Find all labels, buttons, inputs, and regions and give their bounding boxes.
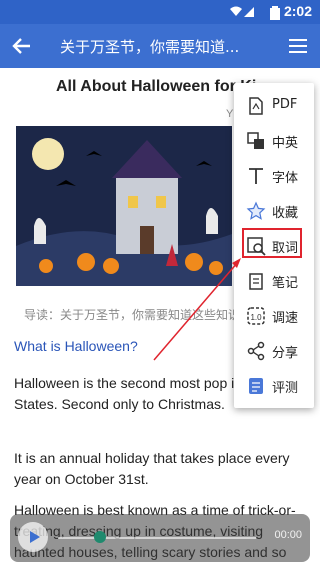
highlight-box <box>242 228 302 258</box>
progress-knob[interactable] <box>94 531 106 543</box>
page-title: 关于万圣节，你需要知道... <box>60 38 240 56</box>
audio-player: 00:00 <box>10 514 310 562</box>
menu-item-speed[interactable]: 1.0 调速 <box>234 299 314 333</box>
translate-icon <box>247 132 264 149</box>
menu-label: 分享 <box>272 346 299 361</box>
menu-label: 收藏 <box>272 206 299 221</box>
player-time: 00:00 <box>274 529 302 541</box>
play-button[interactable] <box>18 522 48 552</box>
signal-icon <box>230 6 254 17</box>
paragraph: It is an annual holiday that takes place… <box>14 450 290 487</box>
menu-item-share[interactable]: 分享 <box>234 334 314 368</box>
article-meta-fragment: Y <box>226 108 234 120</box>
menu-icon[interactable] <box>288 36 308 56</box>
menu-label: 评测 <box>272 381 299 396</box>
menu-label: 调速 <box>272 311 299 326</box>
speed-icon: 1.0 <box>247 307 265 325</box>
star-icon <box>246 201 266 220</box>
back-arrow-icon[interactable] <box>10 34 34 58</box>
menu-item-translate[interactable]: 中英 <box>234 124 314 158</box>
menu-item-pdf[interactable]: PDF <box>234 89 314 123</box>
menu-label: 中英 <box>272 136 299 151</box>
menu-label: PDF <box>272 97 298 112</box>
status-bar: 2:02 <box>0 0 320 24</box>
font-icon <box>249 168 263 184</box>
halloween-illustration <box>16 126 232 286</box>
share-icon <box>247 341 265 361</box>
menu-item-notes[interactable]: 笔记 <box>234 264 314 298</box>
article-title: All About Halloween for Ki <box>56 78 257 95</box>
menu-item-evaluate[interactable]: 评测 <box>234 369 314 403</box>
section-heading[interactable]: What is Halloween? <box>14 338 138 354</box>
clock: 2:02 <box>283 3 312 19</box>
app-bar: 关于万圣节，你需要知道... <box>0 24 320 68</box>
menu-label: 字体 <box>272 171 299 186</box>
menu-label: 笔记 <box>272 276 299 291</box>
menu-item-font[interactable]: 字体 <box>234 159 314 193</box>
evaluate-icon <box>249 378 263 394</box>
svg-text:1.0: 1.0 <box>250 313 262 322</box>
menu-item-favorite[interactable]: 收藏 <box>234 194 314 228</box>
progress-track[interactable] <box>58 537 256 539</box>
note-icon <box>249 273 263 290</box>
pdf-icon <box>249 97 263 115</box>
battery-icon <box>270 6 280 20</box>
play-icon <box>30 531 40 543</box>
